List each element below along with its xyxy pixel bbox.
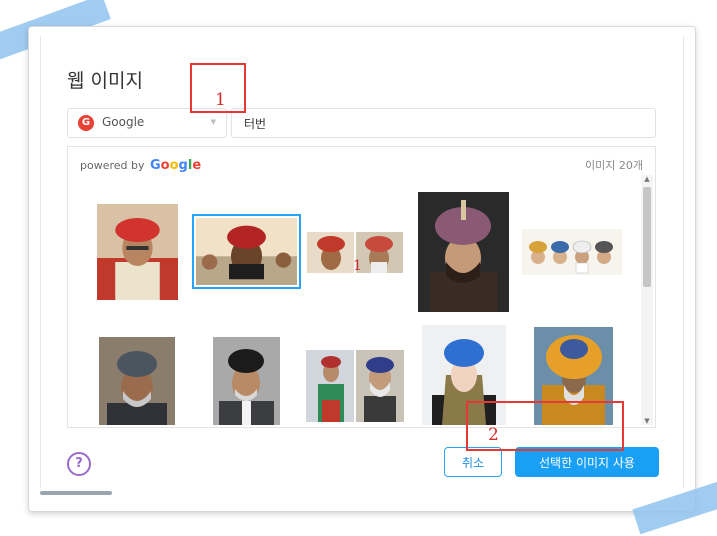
decorative-bar	[40, 491, 112, 495]
use-selected-image-button[interactable]: 선택한 이미지 사용	[515, 447, 659, 477]
image-results-panel: powered by Google 이미지 20개 ▲ ▼	[67, 146, 656, 428]
search-input[interactable]: 터번	[231, 108, 656, 138]
image-count: 이미지 20개	[585, 159, 643, 172]
google-logo-text: Google	[150, 158, 202, 173]
scroll-thumb[interactable]	[643, 187, 651, 287]
source-label: Google	[102, 115, 145, 129]
image-thumbnail[interactable]	[99, 337, 175, 425]
dialog-title: 웹 이미지	[67, 70, 143, 92]
annotation-number-1: 1	[215, 90, 226, 110]
image-thumbnail[interactable]	[522, 229, 622, 275]
powered-by-label: powered by	[80, 159, 145, 172]
annotation-number-1-thumb: 1	[353, 258, 362, 274]
cancel-button[interactable]: 취소	[444, 447, 502, 477]
scroll-up-arrow-icon[interactable]: ▲	[641, 175, 653, 183]
search-value: 터번	[244, 117, 267, 131]
image-thumbnail-selected[interactable]	[192, 214, 301, 289]
question-mark-icon[interactable]: ?	[67, 452, 91, 476]
chevron-down-icon: ▼	[210, 118, 216, 126]
image-thumbnail[interactable]	[306, 350, 404, 422]
google-g-icon: G	[78, 115, 94, 131]
image-thumbnail[interactable]	[97, 204, 178, 300]
image-thumbnail[interactable]	[213, 337, 280, 425]
image-thumbnail[interactable]	[418, 192, 509, 312]
powered-by-google: powered by Google	[80, 158, 201, 173]
scroll-down-arrow-icon[interactable]: ▼	[641, 417, 653, 425]
annotation-number-2: 2	[488, 425, 499, 445]
results-scrollbar[interactable]: ▲ ▼	[641, 175, 653, 425]
